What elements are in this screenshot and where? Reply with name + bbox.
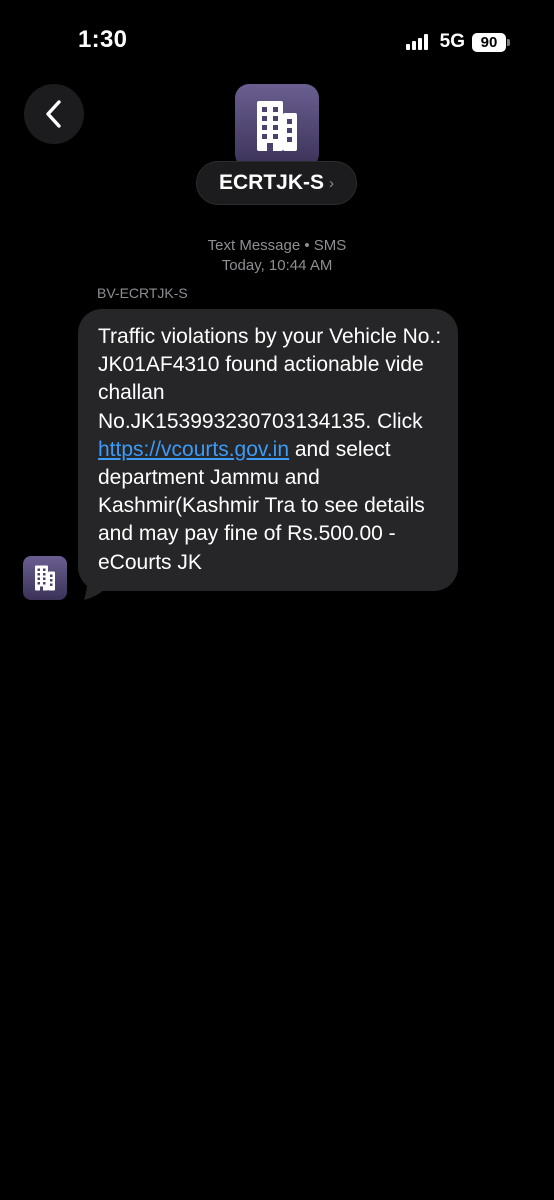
- message-service: Text Message • SMS: [207, 237, 347, 254]
- chevron-left-icon: [46, 100, 61, 128]
- message-text-start: Traffic violations by your Vehicle No.: …: [98, 325, 442, 433]
- message-bubble[interactable]: Traffic violations by your Vehicle No.: …: [78, 309, 458, 591]
- building-icon: [257, 101, 297, 151]
- sender-avatar[interactable]: [23, 556, 67, 600]
- contact-name: ECRTJK-S: [218, 171, 324, 194]
- back-button[interactable]: [24, 84, 84, 144]
- sender-label: BV-ECRTJK-S: [97, 285, 188, 301]
- cellular-signal-icon: [405, 34, 430, 50]
- contact-avatar[interactable]: [235, 84, 319, 168]
- building-icon: [35, 565, 55, 591]
- battery-level: 90: [472, 32, 506, 52]
- bubble-tail: [84, 572, 106, 600]
- message-meta: Text Message • SMS Today, 10:44 AM: [0, 236, 554, 276]
- status-indicators: 5G 90: [405, 30, 510, 54]
- battery-icon: 90: [472, 32, 510, 52]
- message-link[interactable]: https://vcourts.gov.in: [98, 438, 289, 461]
- network-type: 5G: [439, 31, 465, 52]
- message-timestamp: Today, 10:44 AM: [221, 257, 333, 274]
- status-time: 1:30: [78, 26, 128, 53]
- chevron-right-icon: ›: [329, 174, 334, 192]
- contact-name-button[interactable]: ECRTJK-S ›: [196, 161, 357, 205]
